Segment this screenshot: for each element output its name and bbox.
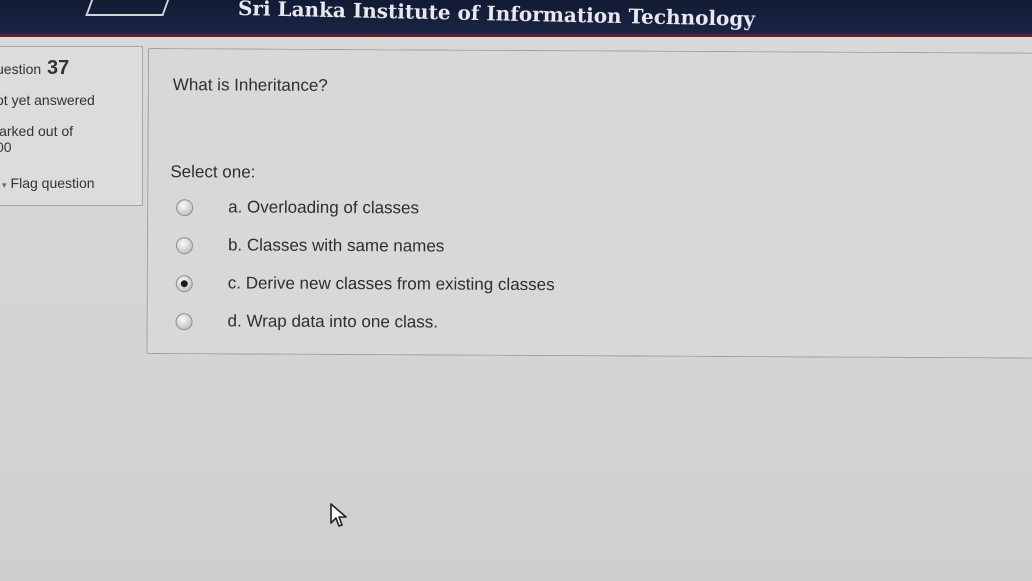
select-one-label: Select one: [170, 162, 256, 182]
question-number-label: uestion 37 [0, 57, 69, 80]
radio-button-b[interactable] [175, 237, 194, 255]
answer-option-label[interactable]: a. Overloading of classes [228, 197, 419, 218]
question-info-panel: uestion 37 ot yet answered larked out of… [0, 46, 143, 206]
question-content: What is Inheritance? Select one: a. Over… [146, 48, 1032, 359]
question-state: ot yet answered [0, 92, 95, 108]
flag-question-link[interactable]: ▾ Flag question [2, 175, 95, 191]
question-text: What is Inheritance? [172, 75, 328, 95]
mouse-cursor-icon [330, 503, 347, 527]
radio-button-c[interactable] [175, 275, 193, 293]
question-number: 37 [47, 57, 70, 79]
site-title: Sri Lanka Institute of Information Techn… [237, 0, 756, 31]
institute-logo[interactable] [85, 0, 173, 16]
answer-option-label[interactable]: b. Classes with same names [228, 235, 444, 256]
marked-value: 00 [0, 139, 12, 155]
question-label-text: uestion [0, 61, 42, 77]
marked-out-of: larked out of 00 [0, 123, 136, 155]
site-header: Sri Lanka Institute of Information Techn… [0, 0, 1032, 37]
answer-option-label[interactable]: d. Wrap data into one class. [228, 311, 439, 332]
radio-button-d[interactable] [175, 313, 193, 331]
radio-button-a[interactable] [176, 199, 194, 217]
marked-label: larked out of [0, 123, 74, 139]
flag-question-label: Flag question [10, 175, 95, 191]
flag-icon: ▾ [2, 180, 7, 190]
answer-option-label[interactable]: c. Derive new classes from existing clas… [228, 273, 555, 295]
